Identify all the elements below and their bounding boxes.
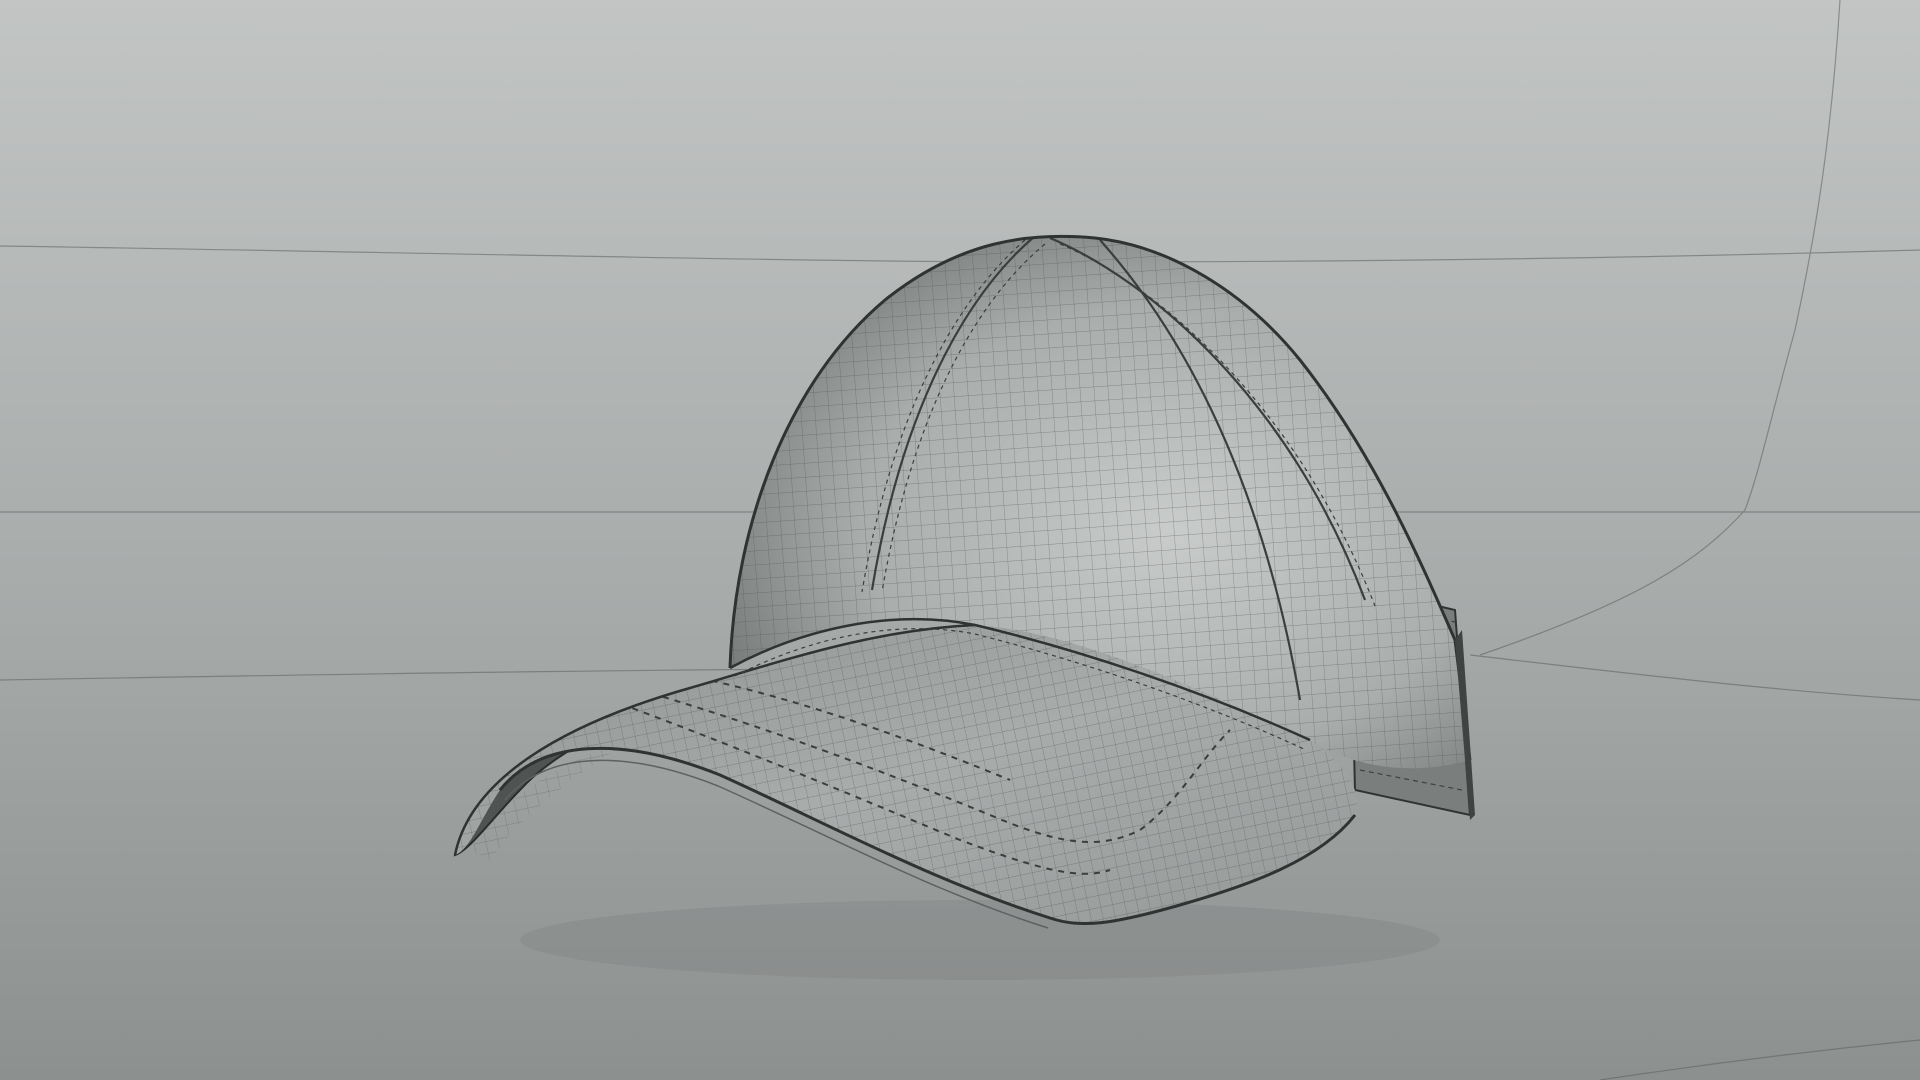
viewport-canvas (0, 0, 1920, 1080)
cap-shadow (520, 900, 1440, 980)
3d-viewport[interactable] (0, 0, 1920, 1080)
